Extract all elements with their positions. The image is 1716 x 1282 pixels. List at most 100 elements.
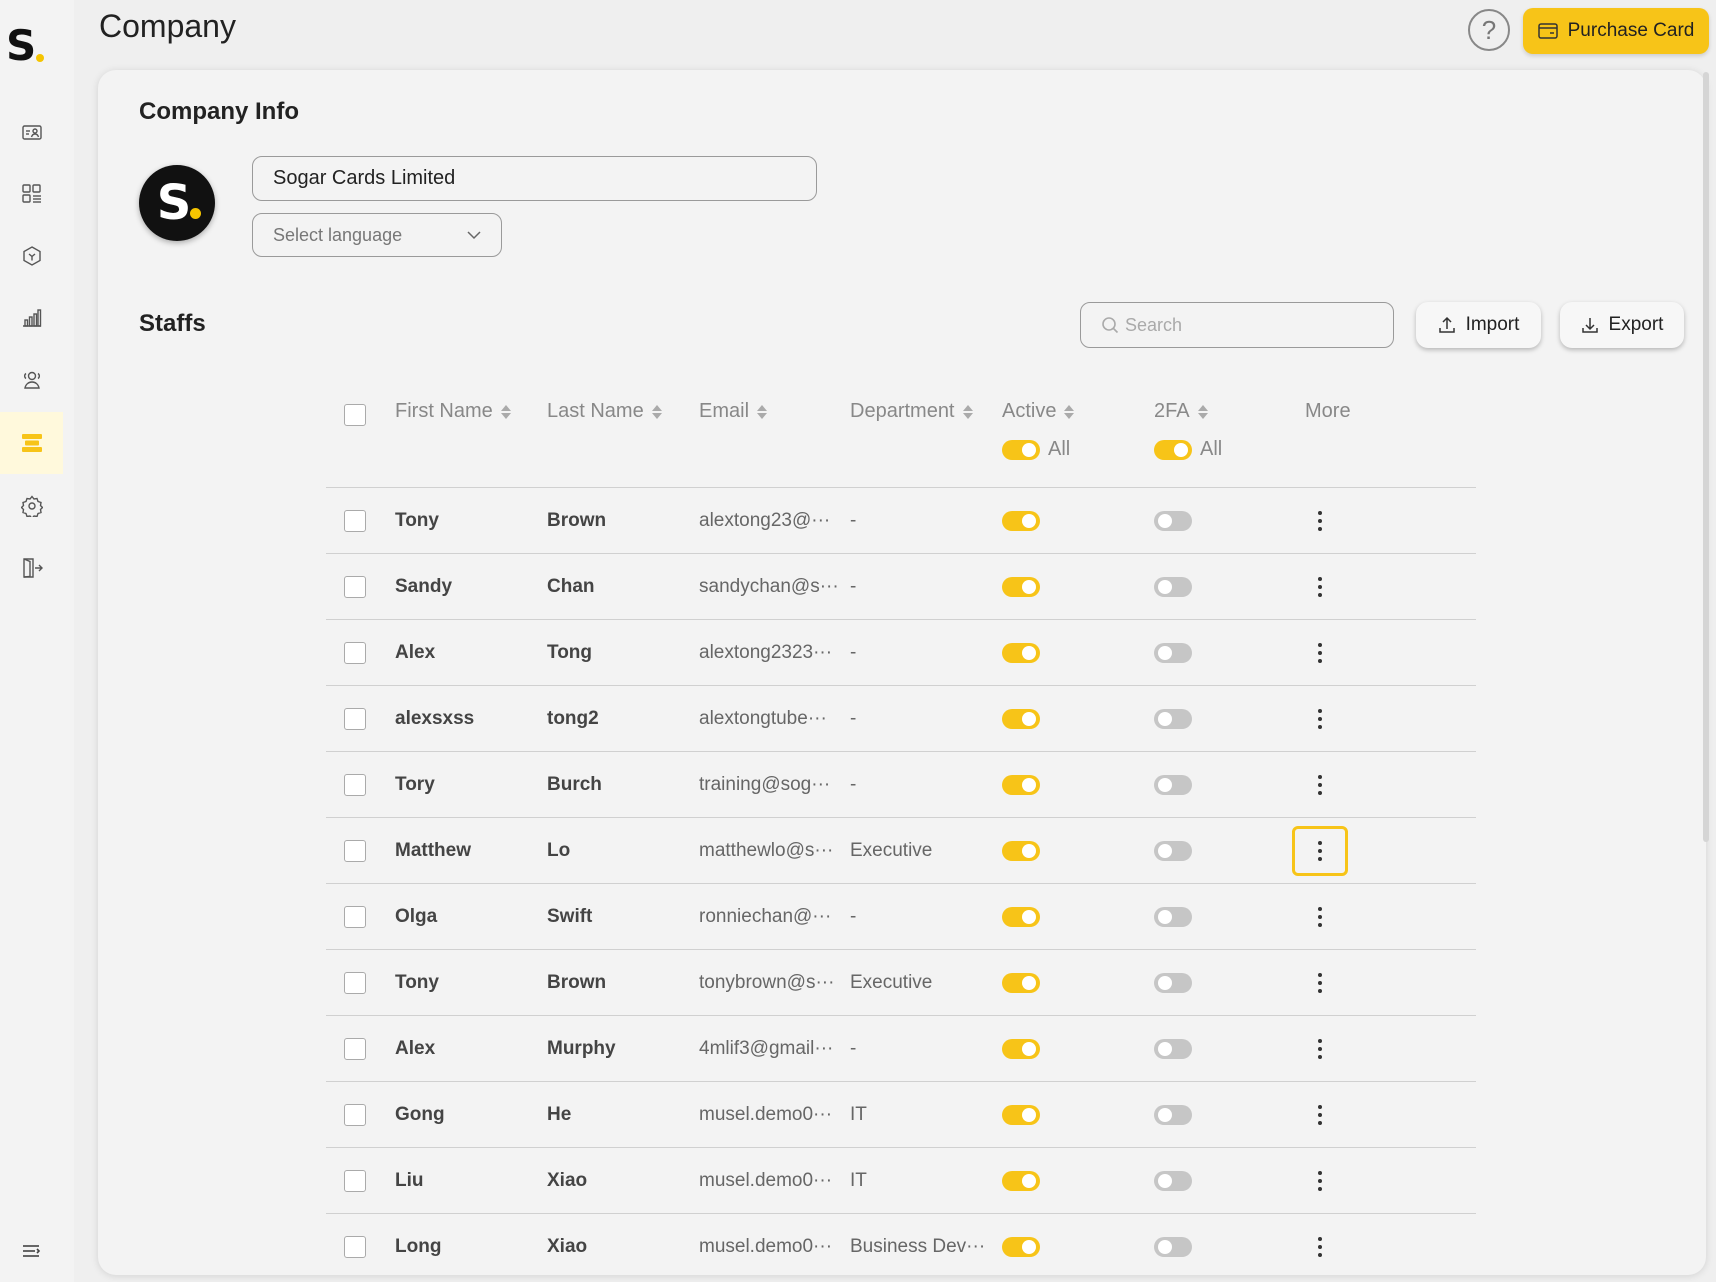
table-row: Tory Burch training@sog··· -	[326, 752, 1476, 818]
active-filter[interactable]: All	[1002, 438, 1070, 461]
last-name-cell: Tong	[547, 642, 593, 663]
row-checkbox[interactable]	[344, 708, 366, 730]
column-active[interactable]: Active	[1002, 400, 1075, 423]
active-toggle[interactable]	[1002, 709, 1040, 729]
more-vertical-icon	[1318, 1171, 1322, 1191]
sidebar-item-settings[interactable]	[0, 475, 63, 537]
help-icon[interactable]: ?	[1468, 9, 1510, 51]
more-actions-button[interactable]	[1292, 496, 1348, 546]
import-button[interactable]: Import	[1416, 302, 1541, 348]
more-actions-button[interactable]	[1292, 958, 1348, 1008]
row-checkbox[interactable]	[344, 1236, 366, 1258]
more-actions-button[interactable]	[1292, 1024, 1348, 1074]
active-toggle[interactable]	[1002, 775, 1040, 795]
row-checkbox[interactable]	[344, 1170, 366, 1192]
active-toggle[interactable]	[1002, 1237, 1040, 1257]
search-icon	[1102, 317, 1119, 334]
more-actions-button[interactable]	[1292, 1156, 1348, 1206]
row-checkbox[interactable]	[344, 642, 366, 664]
active-filter-toggle[interactable]	[1002, 439, 1040, 460]
department-cell: -	[850, 906, 857, 927]
select-all-checkbox[interactable]	[344, 404, 366, 426]
language-select[interactable]: Select language	[252, 213, 502, 257]
row-checkbox[interactable]	[344, 840, 366, 862]
sidebar-item-reports[interactable]	[0, 287, 63, 349]
row-checkbox[interactable]	[344, 774, 366, 796]
column-last-name-label: Last Name	[547, 400, 644, 422]
row-checkbox[interactable]	[344, 906, 366, 928]
2fa-toggle[interactable]	[1154, 709, 1192, 729]
column-2fa[interactable]: 2FA	[1154, 400, 1208, 423]
2fa-filter-label: All	[1200, 438, 1223, 460]
2fa-toggle[interactable]	[1154, 577, 1192, 597]
active-toggle[interactable]	[1002, 973, 1040, 993]
row-checkbox[interactable]	[344, 1038, 366, 1060]
last-name-cell: Lo	[547, 840, 571, 861]
row-checkbox[interactable]	[344, 510, 366, 532]
staff-search-input[interactable]: Search	[1080, 302, 1394, 348]
menu-collapse-icon[interactable]	[20, 1240, 42, 1262]
2fa-toggle[interactable]	[1154, 907, 1192, 927]
active-toggle[interactable]	[1002, 1039, 1040, 1059]
sidebar-item-profile[interactable]	[0, 101, 63, 163]
more-actions-button[interactable]	[1292, 1222, 1348, 1272]
2fa-toggle[interactable]	[1154, 643, 1192, 663]
sort-icon	[1064, 404, 1075, 419]
language-select-placeholder: Select language	[273, 224, 403, 245]
2fa-toggle[interactable]	[1154, 1105, 1192, 1125]
page-scrollbar[interactable]	[1703, 72, 1709, 842]
2fa-toggle[interactable]	[1154, 775, 1192, 795]
export-button[interactable]: Export	[1560, 302, 1684, 348]
column-2fa-label: 2FA	[1154, 400, 1190, 422]
2fa-toggle[interactable]	[1154, 1237, 1192, 1257]
sidebar-item-company[interactable]	[0, 412, 63, 474]
active-toggle[interactable]	[1002, 577, 1040, 597]
more-actions-button[interactable]	[1292, 562, 1348, 612]
last-name-cell: He	[547, 1104, 572, 1125]
column-first-name[interactable]: First Name	[395, 400, 511, 423]
app-logo[interactable]: S	[6, 21, 56, 70]
2fa-toggle[interactable]	[1154, 841, 1192, 861]
more-vertical-icon	[1318, 709, 1322, 729]
2fa-toggle[interactable]	[1154, 511, 1192, 531]
2fa-filter[interactable]: All	[1154, 438, 1222, 461]
sidebar-item-products[interactable]	[0, 225, 63, 287]
sidebar-item-dashboard[interactable]	[0, 163, 63, 225]
company-logo[interactable]: S	[139, 165, 215, 241]
active-toggle[interactable]	[1002, 1105, 1040, 1125]
department-cell: Executive	[850, 840, 933, 861]
active-toggle[interactable]	[1002, 643, 1040, 663]
department-cell: IT	[850, 1104, 867, 1125]
column-email[interactable]: Email	[699, 400, 768, 423]
sidebar-item-logout[interactable]	[0, 537, 63, 599]
purchase-card-button[interactable]: Purchase Card	[1523, 8, 1709, 54]
2fa-toggle[interactable]	[1154, 1171, 1192, 1191]
row-checkbox[interactable]	[344, 1104, 366, 1126]
more-vertical-icon	[1318, 907, 1322, 927]
row-checkbox[interactable]	[344, 972, 366, 994]
more-vertical-icon	[1318, 643, 1322, 663]
table-row: Alex Tong alextong2323··· -	[326, 620, 1476, 686]
active-toggle[interactable]	[1002, 1171, 1040, 1191]
more-actions-button[interactable]	[1292, 892, 1348, 942]
2fa-toggle[interactable]	[1154, 973, 1192, 993]
active-toggle[interactable]	[1002, 907, 1040, 927]
2fa-filter-toggle[interactable]	[1154, 439, 1192, 460]
column-last-name[interactable]: Last Name	[547, 400, 662, 423]
active-toggle[interactable]	[1002, 511, 1040, 531]
table-header: First Name Last Name Email Department Ac…	[326, 370, 1476, 488]
more-actions-button[interactable]	[1292, 760, 1348, 810]
more-actions-button[interactable]	[1292, 1090, 1348, 1140]
2fa-toggle[interactable]	[1154, 1039, 1192, 1059]
company-info-title: Company Info	[139, 98, 299, 125]
active-toggle[interactable]	[1002, 841, 1040, 861]
column-department[interactable]: Department	[850, 400, 973, 423]
more-actions-button[interactable]	[1292, 694, 1348, 744]
more-actions-button[interactable]	[1292, 826, 1348, 876]
row-checkbox[interactable]	[344, 576, 366, 598]
more-actions-button[interactable]	[1292, 628, 1348, 678]
app-logo-text: S	[6, 21, 36, 70]
company-name-input[interactable]: Sogar Cards Limited	[252, 156, 817, 201]
sidebar-item-users[interactable]	[0, 349, 63, 411]
column-department-label: Department	[850, 400, 955, 422]
